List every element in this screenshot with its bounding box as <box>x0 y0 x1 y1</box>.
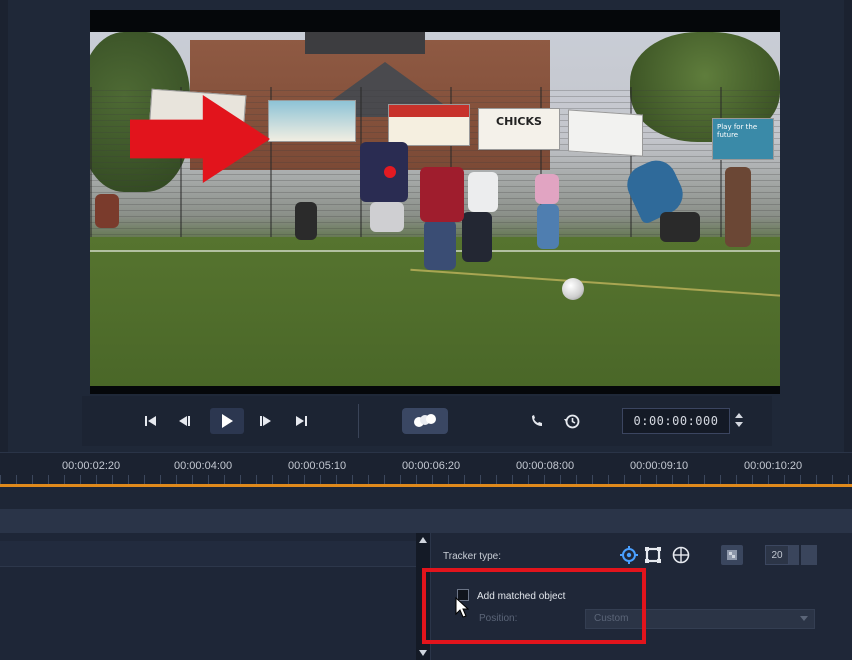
scroll-up-icon[interactable] <box>419 537 427 543</box>
banner-right: Play for the future <box>712 118 774 160</box>
square-frame-icon[interactable] <box>643 545 663 565</box>
timecode-spinner-icon[interactable] <box>734 410 744 434</box>
tracker-type-label: Tracker type: <box>443 551 501 562</box>
preview-panel: CHICKS Play for the future <box>8 0 844 455</box>
timeline-track-header[interactable] <box>0 509 852 533</box>
player-red <box>420 167 464 222</box>
person-sitting-right <box>660 212 700 242</box>
crosshair-icon[interactable] <box>619 545 639 565</box>
tracker-size-spinner[interactable] <box>789 545 799 565</box>
ruler-tick-label: 00:00:05:10 <box>288 460 347 472</box>
chevron-down-icon <box>800 616 808 621</box>
video-preview[interactable]: CHICKS Play for the future <box>90 32 780 386</box>
go-to-start-icon[interactable] <box>140 408 162 434</box>
person-left <box>295 202 317 240</box>
play-button[interactable] <box>210 408 244 434</box>
banner-chicks: CHICKS <box>478 108 560 150</box>
scroll-down-icon[interactable] <box>419 650 427 656</box>
go-to-end-icon[interactable] <box>290 408 312 434</box>
play-icon <box>222 414 233 428</box>
globe-icon[interactable] <box>671 545 691 565</box>
previous-frame-icon[interactable] <box>174 408 196 434</box>
player-pink-legs <box>537 204 559 249</box>
ruler-tick-label: 00:00:08:00 <box>516 460 575 472</box>
building-tower <box>305 32 425 54</box>
banner-3 <box>388 104 470 146</box>
tracker-size-icon[interactable] <box>721 545 743 565</box>
ruler-tick-label: 00:00:06:20 <box>402 460 461 472</box>
timeline-track[interactable] <box>0 487 852 509</box>
mouse-cursor-icon <box>455 596 470 623</box>
player-white <box>468 172 498 212</box>
preview-frame: CHICKS Play for the future <box>90 10 780 394</box>
player-pink <box>535 174 559 204</box>
player-blue-shorts <box>370 202 404 232</box>
ruler-tick-label: 00:00:10:20 <box>744 460 803 472</box>
person-right <box>725 167 751 247</box>
tracking-point[interactable] <box>384 166 396 178</box>
motion-effects-button[interactable] <box>402 408 448 434</box>
banner-right-text: Play for the future <box>717 123 758 139</box>
timeline-ruler[interactable]: 00:00:02:20 00:00:04:00 00:00:05:10 00:0… <box>0 452 852 485</box>
motion-dots-icon <box>414 414 436 427</box>
controls-divider <box>358 404 359 438</box>
object-list-row[interactable] <box>0 541 416 567</box>
banner-5 <box>568 109 643 157</box>
phone-icon[interactable] <box>526 408 548 434</box>
tracker-size-dropdown[interactable] <box>801 545 817 565</box>
ruler-tick-label: 00:00:09:10 <box>630 460 689 472</box>
tracker-size-input[interactable]: 20 <box>765 545 789 565</box>
person-sitting-left <box>95 194 119 228</box>
playback-controls: 0:00:00:000 <box>82 396 772 446</box>
ruler-tick-label: 00:00:04:00 <box>174 460 233 472</box>
banner-chicks-text: CHICKS <box>496 115 542 128</box>
timecode-display[interactable]: 0:00:00:000 <box>622 408 730 434</box>
soccer-ball <box>562 278 584 300</box>
ruler-tick-label: 00:00:02:20 <box>62 460 121 472</box>
next-frame-icon[interactable] <box>254 408 276 434</box>
player-red-legs <box>424 220 456 270</box>
player-white-legs <box>462 212 492 262</box>
object-list-panel <box>0 533 416 660</box>
history-icon[interactable] <box>560 408 584 434</box>
video-editor-window: CHICKS Play for the future 0:00:00:000 0… <box>0 0 852 660</box>
banner-2 <box>268 100 356 142</box>
